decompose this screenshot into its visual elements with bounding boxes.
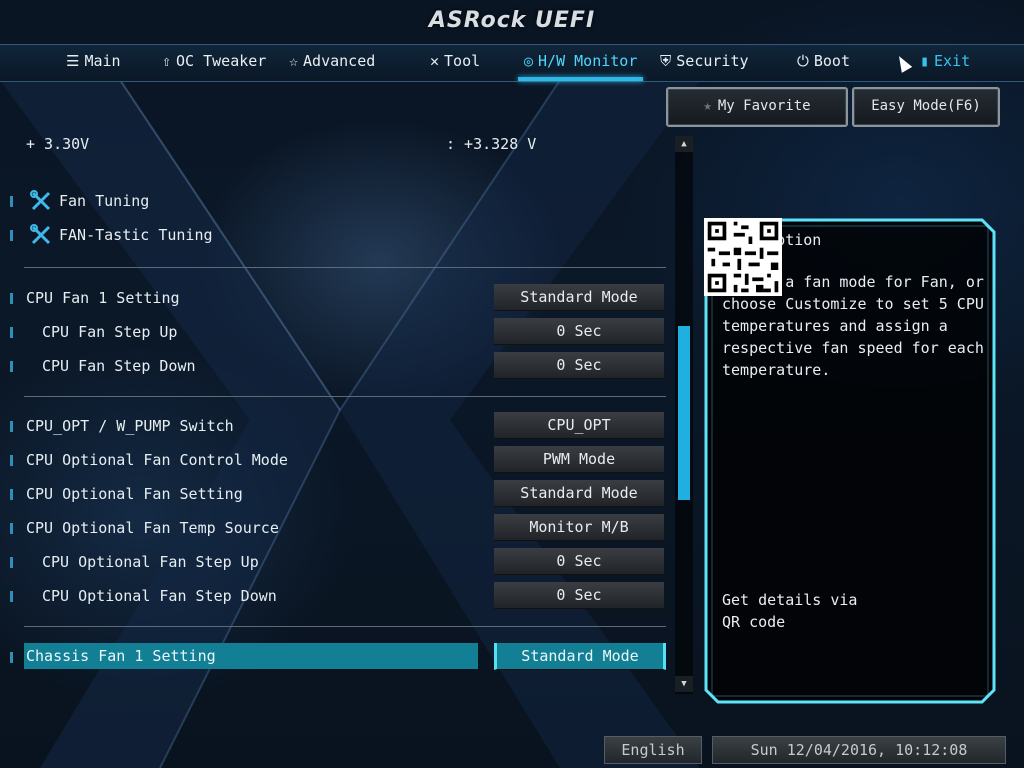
cpu-fan-step-down-row[interactable]: CPU Fan Step Down 0 Sec — [10, 352, 666, 379]
row-bullet — [10, 361, 13, 372]
row-bullet — [10, 455, 13, 466]
scroll-up-arrow-icon[interactable]: ▲ — [675, 136, 693, 152]
tools-icon: ✕ — [430, 52, 440, 70]
row-bullet — [10, 557, 13, 568]
wrench-screwdriver-icon — [30, 190, 51, 211]
cpu-opt-switch-row[interactable]: CPU_OPT / W_PUMP Switch CPU_OPT — [10, 412, 666, 439]
fan-tuning-label: Fan Tuning — [59, 192, 150, 210]
cpu-opt-control-mode-row[interactable]: CPU Optional Fan Control Mode PWM Mode — [10, 446, 666, 473]
power-icon: ⏻ — [797, 52, 809, 70]
row-bullet — [10, 652, 13, 663]
tab-boot[interactable]: ⏻ Boot — [797, 45, 850, 81]
row-bullet — [10, 523, 13, 534]
row-bullet — [10, 591, 13, 602]
cpu-opt-temp-source-value[interactable]: Monitor M/B — [494, 514, 664, 541]
description-panel: Description Select a fan mode for Fan, o… — [704, 218, 996, 704]
chassis-fan1-setting-row[interactable]: Chassis Fan 1 Setting Standard Mode — [10, 643, 666, 670]
shield-icon: ⛨ — [660, 52, 672, 70]
tab-tool[interactable]: ✕ Tool — [430, 45, 480, 81]
easy-mode-button[interactable]: Easy Mode(F6) — [852, 87, 1000, 127]
wrench-screwdriver-icon — [30, 224, 51, 245]
cpu-opt-step-up-row[interactable]: CPU Optional Fan Step Up 0 Sec — [10, 548, 666, 575]
my-favorite-button[interactable]: ★ My Favorite — [666, 87, 848, 127]
language-button[interactable]: English — [604, 736, 702, 764]
monitor-icon: ◎ — [524, 52, 534, 70]
divider — [24, 267, 666, 268]
row-bullet — [10, 327, 13, 338]
scrollbar-thumb[interactable] — [678, 326, 690, 500]
fantastic-tuning-label: FAN-Tastic Tuning — [59, 226, 213, 244]
scroll-down-arrow-icon[interactable]: ▼ — [675, 676, 693, 692]
asrock-uefi-logo: ASRock UEFI — [428, 8, 596, 33]
cpu-fan1-setting-value[interactable]: Standard Mode — [494, 284, 664, 311]
door-icon: ▮ — [920, 52, 930, 70]
list-icon: ☰ — [66, 52, 80, 70]
voltage-label: + 3.30V — [26, 135, 90, 153]
cpu-fan-step-down-value[interactable]: 0 Sec — [494, 352, 664, 379]
row-bullet — [10, 230, 13, 241]
row-bullet — [10, 421, 13, 432]
divider — [24, 626, 666, 627]
row-bullet — [10, 489, 13, 500]
cpu-opt-switch-value[interactable]: CPU_OPT — [494, 412, 664, 439]
tab-main[interactable]: ☰ Main — [66, 45, 121, 81]
datetime-display: Sun 12/04/2016, 10:12:08 — [712, 736, 1006, 764]
row-bullet — [10, 293, 13, 304]
tab-security[interactable]: ⛨ Security — [660, 45, 749, 81]
chassis-fan1-setting-value[interactable]: Standard Mode — [494, 643, 666, 670]
tab-hw-monitor[interactable]: ◎ H/W Monitor — [517, 45, 644, 81]
star-icon: ★ — [703, 98, 712, 114]
main-nav: ☰ Main ⇧ OC Tweaker ☆ Advanced ✕ Tool ◎ H/W M… — [0, 44, 1024, 82]
rocket-icon: ⇧ — [162, 52, 172, 70]
cpu-opt-step-down-row[interactable]: CPU Optional Fan Step Down 0 Sec — [10, 582, 666, 609]
qr-code-icon — [704, 218, 782, 296]
cpu-fan-step-up-row[interactable]: CPU Fan Step Up 0 Sec — [10, 318, 666, 345]
cpu-opt-temp-source-row[interactable]: CPU Optional Fan Temp Source Monitor M/B — [10, 514, 666, 541]
cpu-fan1-setting-row[interactable]: CPU Fan 1 Setting Standard Mode — [10, 284, 666, 311]
cpu-opt-step-down-value[interactable]: 0 Sec — [494, 582, 664, 609]
fan-tuning-item[interactable]: Fan Tuning — [10, 189, 666, 213]
cpu-opt-step-up-value[interactable]: 0 Sec — [494, 548, 664, 575]
voltage-3-3v-row: + 3.30V : +3.328 V — [10, 132, 666, 156]
divider — [24, 396, 666, 397]
qr-caption: Get details via QR code — [722, 591, 858, 631]
fantastic-tuning-item[interactable]: FAN-Tastic Tuning — [10, 223, 666, 247]
row-bullet — [10, 196, 13, 207]
voltage-value: : +3.328 V — [446, 135, 537, 153]
tab-oc-tweaker[interactable]: ⇧ OC Tweaker — [162, 45, 266, 81]
tab-advanced[interactable]: ☆ Advanced — [289, 45, 375, 81]
star-icon: ☆ — [289, 52, 299, 70]
cpu-fan-step-up-value[interactable]: 0 Sec — [494, 318, 664, 345]
cpu-opt-control-mode-value[interactable]: PWM Mode — [494, 446, 664, 473]
cpu-opt-setting-row[interactable]: CPU Optional Fan Setting Standard Mode — [10, 480, 666, 507]
cpu-opt-setting-value[interactable]: Standard Mode — [494, 480, 664, 507]
tab-exit[interactable]: ▮ Exit — [920, 45, 970, 81]
